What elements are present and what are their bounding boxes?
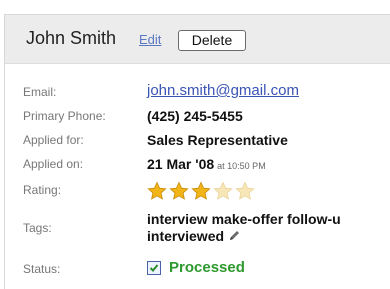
pencil-icon[interactable] [228,229,241,246]
tags-label: Tags: [23,221,52,235]
email-label: Email: [23,85,57,99]
star-filled-icon[interactable] [191,181,211,201]
star-filled-icon[interactable] [169,181,189,201]
tags-line-2: interviewed [147,228,225,244]
card-header: John Smith Edit Delete [5,15,390,64]
star-empty-icon[interactable] [213,181,233,201]
delete-button[interactable]: Delete [178,30,246,51]
applied-on-time: at 10:50 PM [217,161,266,171]
rating-stars[interactable] [147,181,255,201]
applied-on-date: 21 Mar '08 [147,156,215,172]
star-empty-icon[interactable] [235,181,255,201]
email-link[interactable]: john.smith@gmail.com [147,82,299,99]
tags-value: interview make-offer follow-u interviewe… [147,211,390,246]
phone-value: (425) 245-5455 [147,108,243,124]
star-filled-icon[interactable] [147,181,167,201]
tags-line-1: interview make-offer follow-u [147,211,341,227]
applied-on-value: 21 Mar '08 at 10:50 PM [147,156,266,172]
candidate-card: John Smith Edit Delete Email: john.smith… [4,14,390,289]
checkbox-icon[interactable] [147,260,161,275]
status-value: Processed [147,259,245,276]
applied-for-label: Applied for: [23,133,84,147]
rating-label: Rating: [23,183,62,197]
applied-for-value: Sales Representative [147,132,288,148]
edit-link[interactable]: Edit [139,32,161,47]
status-label: Status: [23,262,61,276]
phone-label: Primary Phone: [23,109,106,123]
applied-on-label: Applied on: [23,157,84,171]
candidate-name: John Smith [26,28,117,48]
status-text: Processed [169,259,245,276]
